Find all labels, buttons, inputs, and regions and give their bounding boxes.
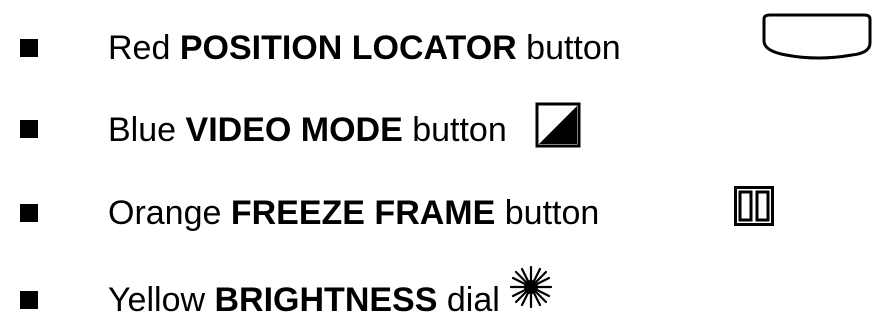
bullet-square [20, 39, 38, 57]
item-control-name: VIDEO MODE [185, 111, 403, 149]
item-kind: dial [446, 281, 500, 319]
item-color: Blue [108, 111, 177, 149]
item-color: Red [108, 29, 171, 67]
bullet-square [20, 120, 38, 138]
item-kind: button [526, 29, 621, 67]
item-color: Yellow [108, 281, 206, 319]
contrast-triangle-icon [535, 102, 581, 148]
item-control-name: FREEZE FRAME [230, 194, 496, 232]
item-control-name: BRIGHTNESS [214, 281, 438, 319]
list-item-freeze-frame: Orange FREEZE FRAME button [0, 178, 875, 238]
bullet-square [20, 204, 38, 222]
pause-icon [734, 186, 774, 226]
item-text: Blue VIDEO MODE button [108, 110, 507, 150]
item-color: Orange [108, 194, 222, 232]
list-item-video-mode: Blue VIDEO MODE button [0, 94, 875, 154]
list-item-position-locator: Red POSITION LOCATOR button [0, 10, 875, 70]
item-text: Orange FREEZE FRAME button [108, 193, 599, 233]
sun-burst-icon [509, 265, 553, 309]
oval-button-icon [762, 13, 872, 60]
bullet-square [20, 291, 38, 309]
item-kind: button [504, 194, 600, 232]
item-text: Yellow BRIGHTNESS dial [108, 280, 500, 320]
item-control-name: POSITION LOCATOR [179, 29, 517, 67]
slide: { "items": [ { "color": "Red", "name": "… [0, 0, 875, 333]
item-kind: button [412, 111, 507, 149]
item-text: Red POSITION LOCATOR button [108, 28, 621, 68]
list-item-brightness: Yellow BRIGHTNESS dial [0, 262, 875, 322]
